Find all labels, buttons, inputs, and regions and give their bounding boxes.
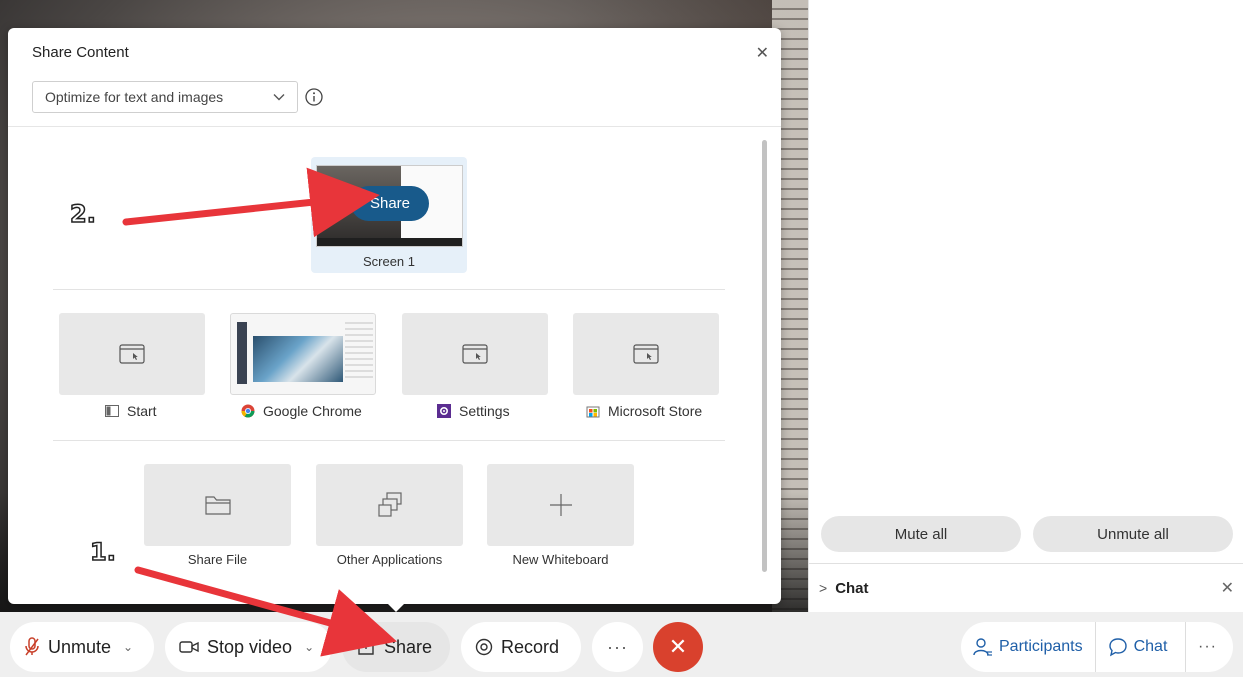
app-label-text: Microsoft Store <box>608 403 703 419</box>
record-label: Record <box>501 636 560 657</box>
chat-section-header[interactable]: > Chat ✕ <box>809 563 1243 612</box>
close-chat-icon[interactable]: ✕ <box>1221 578 1234 598</box>
app-settings-label: Settings <box>437 401 510 421</box>
start-window-icon <box>105 405 119 417</box>
microphone-muted-icon <box>24 637 40 657</box>
optimize-select[interactable]: Optimize for text and images <box>32 81 298 113</box>
more-options-button[interactable]: ··· <box>592 622 643 672</box>
close-icon: ✕ <box>668 634 688 659</box>
chat-section-title: Chat <box>835 579 869 597</box>
share-upload-icon <box>356 638 376 656</box>
new-whiteboard-tile[interactable] <box>487 464 634 546</box>
annotation-step-1: 1. <box>89 537 116 567</box>
share-content-dialog: Share Content ✕ Optimize for text and im… <box>8 28 781 604</box>
video-camera-icon <box>179 639 199 655</box>
app-label-text: Google Chrome <box>263 403 362 419</box>
app-label-text: Start <box>127 403 157 419</box>
record-icon <box>475 638 493 656</box>
dialog-divider <box>8 126 781 127</box>
app-start-tile[interactable] <box>59 313 205 395</box>
share-file-label: Share File <box>187 552 248 567</box>
participants-icon <box>973 638 992 656</box>
stop-video-label: Stop video <box>207 636 293 657</box>
plus-icon <box>549 494 572 516</box>
unmute-all-button[interactable]: Unmute all <box>1033 516 1233 552</box>
app-store-tile[interactable] <box>573 313 719 395</box>
window-icon <box>119 344 145 364</box>
new-whiteboard-label: New Whiteboard <box>512 552 609 567</box>
section-divider <box>53 440 725 441</box>
mute-all-button[interactable]: Mute all <box>821 516 1021 552</box>
chevron-down-icon[interactable]: ⌄ <box>123 640 133 654</box>
close-dialog-icon[interactable]: ✕ <box>756 43 769 63</box>
share-label: Share <box>384 636 433 657</box>
window-icon <box>633 344 659 364</box>
chevron-down-icon <box>273 94 285 101</box>
participants-button[interactable]: Participants <box>961 622 1095 672</box>
store-icon <box>586 406 600 418</box>
share-file-tile[interactable] <box>144 464 291 546</box>
windows-stack-icon <box>377 492 402 517</box>
screen-1-label: Screen 1 <box>362 254 416 269</box>
screen-1-card[interactable]: Share Screen 1 <box>311 157 467 273</box>
chat-bubble-icon <box>1108 638 1127 657</box>
window-icon <box>462 344 488 364</box>
app-chrome-label: Google Chrome <box>241 401 362 421</box>
chat-label: Chat <box>1133 638 1168 655</box>
unmute-button[interactable]: Unmute ⌄ <box>10 622 154 672</box>
folder-icon <box>204 496 231 515</box>
mute-controls: Mute all Unmute all <box>821 516 1233 552</box>
chevron-down-icon[interactable]: ⌄ <box>304 640 314 654</box>
settings-icon <box>437 404 451 418</box>
end-call-button[interactable]: ✕ <box>653 622 703 672</box>
more-panels-button[interactable]: ··· <box>1185 622 1233 672</box>
info-icon[interactable] <box>304 87 324 107</box>
participants-panel: Mute all Unmute all > Chat ✕ <box>808 0 1243 612</box>
app-label-text: Settings <box>459 403 510 419</box>
chat-button[interactable]: Chat <box>1094 622 1180 672</box>
annotation-step-2: 2. <box>69 199 96 229</box>
app-start-label: Start <box>105 401 157 421</box>
section-divider <box>53 289 725 290</box>
app-store-label: Microsoft Store <box>586 401 702 421</box>
dialog-title: Share Content <box>32 44 129 61</box>
share-button[interactable]: Share <box>342 622 450 672</box>
panel-toggles: Participants Chat ··· <box>961 622 1233 672</box>
dialog-scrollbar[interactable] <box>762 140 767 572</box>
unmute-label: Unmute <box>48 636 112 657</box>
app-settings-tile[interactable] <box>402 313 548 395</box>
other-applications-label: Other Applications <box>336 552 443 567</box>
chevron-right-icon[interactable]: > <box>819 580 827 596</box>
record-button[interactable]: Record <box>461 622 581 672</box>
optimize-select-value: Optimize for text and images <box>45 89 224 105</box>
other-applications-tile[interactable] <box>316 464 463 546</box>
stop-video-button[interactable]: Stop video ⌄ <box>165 622 332 672</box>
meeting-toolbar: Unmute ⌄ Stop video ⌄ Share Record ··· ✕… <box>0 612 1243 677</box>
participants-label: Participants <box>999 638 1083 655</box>
app-chrome-tile[interactable] <box>230 313 376 395</box>
chrome-icon <box>241 404 255 418</box>
share-screen-button[interactable]: Share <box>351 186 429 221</box>
